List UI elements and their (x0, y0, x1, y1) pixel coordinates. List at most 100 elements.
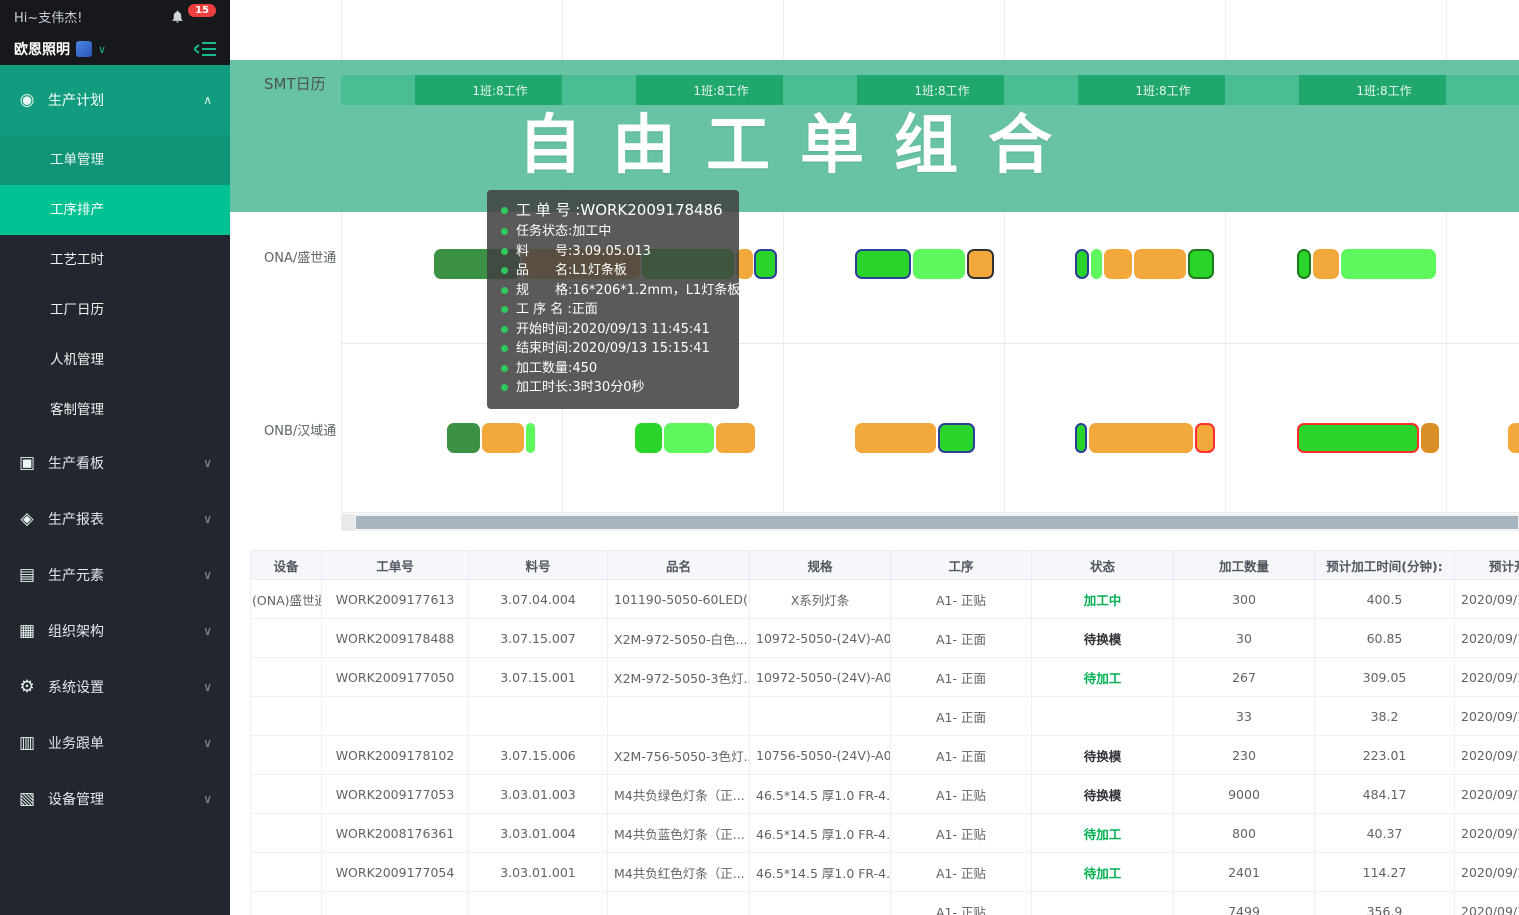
table-col-header-8[interactable]: 预计加工时间(分钟): (1315, 551, 1455, 580)
table-cell: 2020/09/13 17:50:48 (1455, 658, 1519, 697)
gantt-task-bar[interactable] (1075, 423, 1087, 453)
gantt-task-bar[interactable] (913, 249, 965, 279)
gantt-task-bar[interactable] (1075, 249, 1089, 279)
sidebar-group-4[interactable]: ⚙系统设置∨ (0, 659, 230, 715)
table-cell: 2401 (1174, 853, 1315, 892)
table-col-header-2[interactable]: 料号 (469, 551, 608, 580)
main-area: ONA/盛世通 ONB/汉域通 1班:8工作1班:8工作1班:8工作1班:8工作… (230, 0, 1519, 915)
gantt-task-bar[interactable] (1508, 423, 1519, 453)
table-cell: 267 (1174, 658, 1315, 697)
table-cell: 2020/09/14 20:25:21 (1455, 814, 1519, 853)
gantt-task-bar[interactable] (1089, 423, 1193, 453)
table-col-header-6[interactable]: 状态 (1032, 551, 1174, 580)
horizontal-scrollbar[interactable] (341, 514, 1519, 531)
sidebar-subitem-0[interactable]: 工单管理 (0, 135, 230, 185)
tooltip-line: 品 名:L1灯条板 (501, 261, 725, 281)
table-cell: 484.17 (1315, 775, 1455, 814)
status-badge: 待换模 (1032, 619, 1174, 658)
table-row[interactable]: WORK20091784883.07.15.007X2M-972-5050-白色… (251, 619, 1519, 658)
gantt-task-bar[interactable] (938, 423, 975, 453)
chevron-down-icon: ∨ (203, 736, 212, 750)
gantt-task-bar[interactable] (1134, 249, 1186, 279)
table-cell (750, 892, 891, 915)
table-cell (251, 892, 322, 915)
gantt-task-bar[interactable] (716, 423, 755, 453)
gantt-task-bar[interactable] (526, 423, 535, 453)
table-row[interactable]: (ONA)盛世通WORK20091776133.07.04.004101190-… (251, 580, 1519, 619)
gantt-task-bar[interactable] (482, 423, 524, 453)
sidebar-group-5[interactable]: ▥业务跟单∨ (0, 715, 230, 771)
sidebar-subitem-2[interactable]: 工艺工时 (0, 235, 230, 285)
status-badge: 待换模 (1032, 736, 1174, 775)
bullet-dot-icon (501, 326, 508, 333)
table-col-header-9[interactable]: 预计开始时间 (1455, 551, 1519, 580)
shift-segment (341, 75, 415, 105)
gantt-task-bar[interactable] (1297, 423, 1419, 453)
notification-area[interactable]: 15 (170, 9, 216, 24)
tooltip-line: 规 格:16*206*1.2mm，L1灯条板 (501, 281, 725, 301)
scroll-left-button[interactable] (342, 515, 355, 530)
tooltip-line: 加工时长:3时30分0秒 (501, 378, 725, 398)
table-row[interactable]: A1- 正面3338.22020/09/14 08:00:002 (251, 697, 1519, 736)
table-cell: A1- 正贴 (891, 853, 1032, 892)
gantt-task-bar[interactable] (1188, 249, 1214, 279)
sidebar-subitem-3[interactable]: 工厂日历 (0, 285, 230, 335)
sidebar-subitem-4[interactable]: 人机管理 (0, 335, 230, 385)
table-cell: A1- 正面 (891, 736, 1032, 775)
gantt-task-bar[interactable] (855, 249, 911, 279)
gantt-task-bar[interactable] (855, 423, 936, 453)
company-name[interactable]: 欧恩照明 (14, 39, 70, 59)
table-row[interactable]: WORK20091770543.03.01.001M4共负红色灯条（正...46… (251, 853, 1519, 892)
gantt-task-bar[interactable] (1195, 423, 1215, 453)
sidebar-group-production-plan[interactable]: ◉ 生产计划 ∧ (0, 65, 230, 135)
chevron-up-icon: ∧ (203, 93, 212, 107)
table-cell: M4共负蓝色灯条（正... (608, 814, 750, 853)
gantt-task-bar[interactable] (1421, 423, 1439, 453)
table-row[interactable]: A1- 正贴7499356.92020/09/15 08:00:002 (251, 892, 1519, 915)
table-cell: 230 (1174, 736, 1315, 775)
collapse-sidebar-icon[interactable] (194, 41, 216, 57)
sidebar-group-6[interactable]: ▧设备管理∨ (0, 771, 230, 827)
submenu: 工单管理工序排产工艺工时工厂日历人机管理客制管理 (0, 135, 230, 435)
gantt-task-bar[interactable] (1313, 249, 1339, 279)
bullet-dot-icon (501, 228, 508, 235)
sidebar-group-2[interactable]: ▤生产元素∨ (0, 547, 230, 603)
table-col-header-1[interactable]: 工单号 (322, 551, 469, 580)
gantt-task-bar[interactable] (754, 249, 777, 279)
gantt-task-bar[interactable] (1341, 249, 1436, 279)
avatar[interactable] (76, 41, 92, 57)
sidebar-group-3[interactable]: ▦组织架构∨ (0, 603, 230, 659)
scrollbar-thumb[interactable] (356, 516, 1518, 529)
gantt-task-bar[interactable] (447, 423, 480, 453)
gantt-task-bar[interactable] (967, 249, 994, 279)
table-row[interactable]: WORK20091770503.07.15.001X2M-972-5050-3色… (251, 658, 1519, 697)
shift-segment (1446, 75, 1519, 105)
gantt-task-bar[interactable] (635, 423, 662, 453)
gantt-task-bar[interactable] (664, 423, 714, 453)
table-col-header-7[interactable]: 加工数量 (1174, 551, 1315, 580)
table-cell: 3.07.04.004 (469, 580, 608, 619)
gantt-task-bar[interactable] (1091, 249, 1102, 279)
table-col-header-5[interactable]: 工序 (891, 551, 1032, 580)
table-col-header-4[interactable]: 规格 (750, 551, 891, 580)
sidebar-group-1[interactable]: ◈生产报表∨ (0, 491, 230, 547)
table-col-header-0[interactable]: 设备 (251, 551, 322, 580)
elements-icon: ▤ (18, 565, 36, 585)
table-cell: 101190-5050-60LED(... (608, 580, 750, 619)
gantt-task-bar[interactable] (1104, 249, 1132, 279)
table-row[interactable]: WORK20091781023.07.15.006X2M-756-5050-3色… (251, 736, 1519, 775)
table-cell: X系列灯条 (750, 580, 891, 619)
table-row[interactable]: WORK20091770533.03.01.003M4共负绿色灯条（正...46… (251, 775, 1519, 814)
bullet-dot-icon (501, 306, 508, 313)
table-cell (750, 697, 891, 736)
sidebar-subitem-5[interactable]: 客制管理 (0, 385, 230, 435)
table-cell: 309.05 (1315, 658, 1455, 697)
chevron-down-icon: ∨ (203, 792, 212, 806)
sidebar-subitem-1[interactable]: 工序排产 (0, 185, 230, 235)
table-cell: 10972-5050-(24V)-A0... (750, 619, 891, 658)
sidebar-group-0[interactable]: ▣生产看板∨ (0, 435, 230, 491)
table-col-header-3[interactable]: 品名 (608, 551, 750, 580)
table-row[interactable]: WORK20081763613.03.01.004M4共负蓝色灯条（正...46… (251, 814, 1519, 853)
chevron-down-icon[interactable]: ∨ (98, 43, 106, 56)
gantt-task-bar[interactable] (1297, 249, 1311, 279)
